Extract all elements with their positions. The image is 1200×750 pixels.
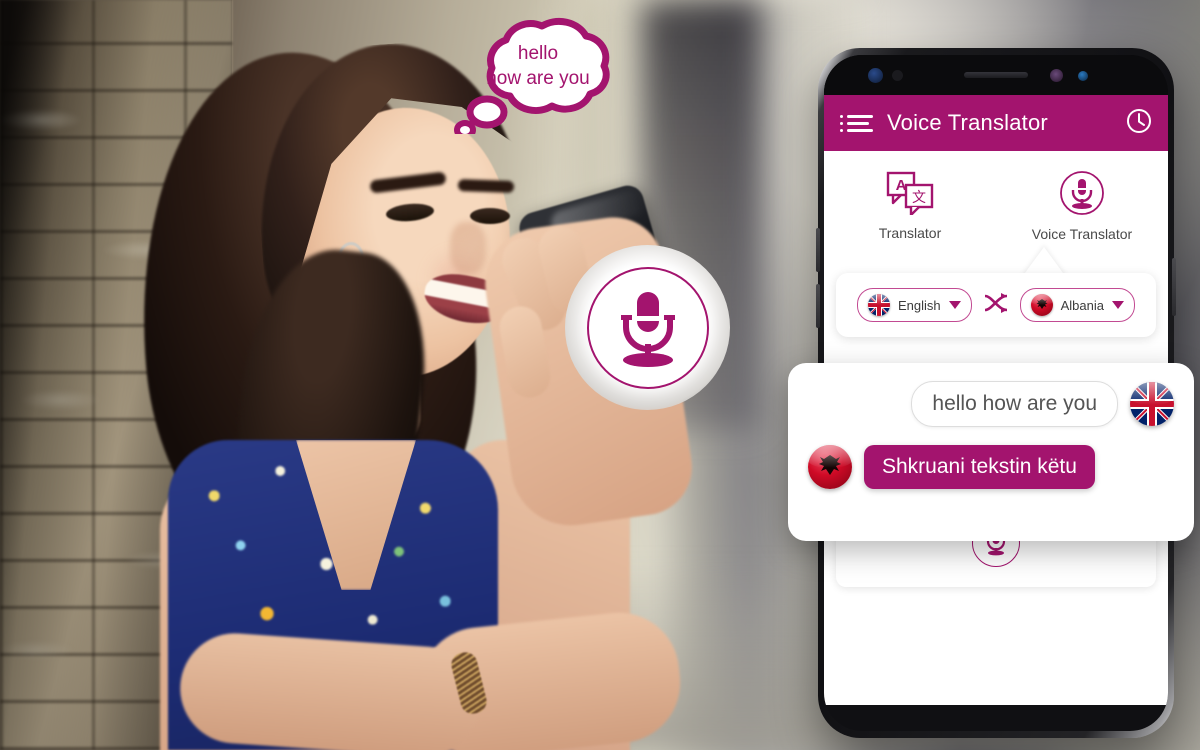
target-language-dropdown[interactable]: Albania (1019, 288, 1135, 322)
albania-flag (808, 445, 852, 489)
phone-volume-up-button[interactable] (816, 228, 820, 272)
phone-power-button[interactable] (1172, 258, 1176, 316)
app-header-bar: Voice Translator (824, 95, 1168, 151)
chevron-down-icon (1112, 301, 1124, 309)
source-text-input[interactable]: hello how are you (911, 381, 1118, 427)
hamburger-list-icon[interactable] (840, 114, 873, 132)
tab-voice-translator-label: Voice Translator (1031, 226, 1133, 242)
phone-volume-down-button[interactable] (816, 284, 820, 328)
thought-bubble: hello how are you (452, 16, 624, 134)
app-title: Voice Translator (887, 110, 1048, 135)
tab-translator-label: Translator (878, 225, 942, 241)
iris-scanner-icon (1050, 69, 1063, 82)
phone-top-bezel (824, 55, 1168, 95)
tab-translator[interactable]: A 文 Translator (824, 151, 996, 261)
source-message-row: hello how are you (808, 381, 1174, 427)
target-text-bubble[interactable]: Shkruani tekstin këtu (864, 445, 1095, 489)
nose (450, 222, 486, 274)
forearm-left (176, 629, 484, 750)
chevron-down-icon (948, 301, 961, 309)
eye-right (470, 208, 510, 224)
language-selector-panel: English Albania (836, 273, 1156, 337)
swap-arrows-icon[interactable] (983, 292, 1009, 319)
uk-flag (867, 294, 890, 316)
target-language-label: Albania (1060, 297, 1104, 313)
earpiece-speaker (964, 72, 1028, 78)
microphone-badge-ring (586, 266, 709, 389)
clock-history-icon[interactable] (1126, 108, 1152, 139)
source-language-dropdown[interactable]: English (856, 288, 972, 322)
promo-scene: hello how are you Voice Translator A 文 T… (0, 0, 1200, 750)
translation-chat-card: hello how are you Shkruani tekstin këtu (788, 363, 1194, 541)
uk-flag (1130, 382, 1174, 426)
tab-voice-translator[interactable]: Voice Translator (996, 151, 1168, 261)
front-camera-icon (868, 68, 883, 83)
translate-bubbles-icon: A 文 (886, 171, 934, 215)
target-message-row: Shkruani tekstin këtu (808, 445, 1174, 489)
microphone-icon (620, 291, 675, 367)
source-language-label: English (897, 297, 941, 313)
microphone-circle-icon (1060, 171, 1104, 215)
svg-text:文: 文 (912, 190, 926, 206)
proximity-sensor-icon (892, 70, 903, 81)
microphone-badge (565, 245, 730, 410)
albania-flag (1030, 294, 1053, 316)
led-indicator-icon (1078, 71, 1088, 81)
mode-tabs: A 文 Translator Voice Translator (824, 151, 1168, 261)
eyebrow-right (457, 179, 515, 193)
